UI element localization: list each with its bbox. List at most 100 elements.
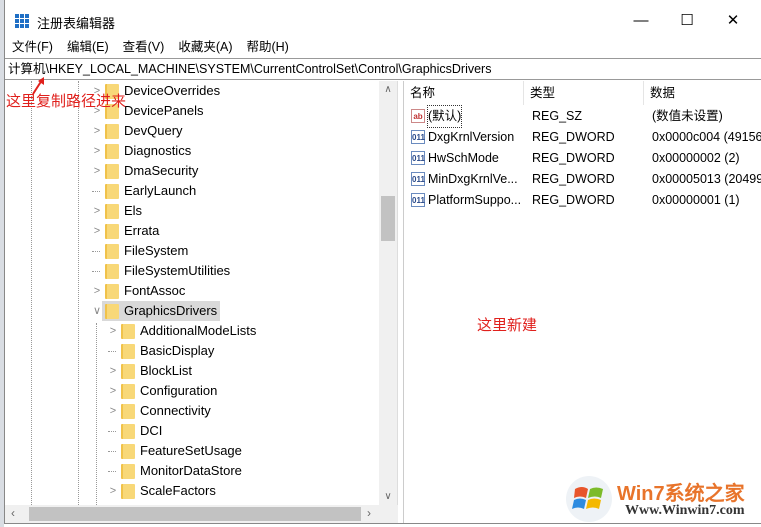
tree-connector bbox=[92, 271, 100, 272]
dword-value-icon: 011 bbox=[411, 151, 425, 165]
folder-icon bbox=[105, 244, 119, 259]
tree-item[interactable]: FileSystem bbox=[5, 241, 375, 261]
chevron-right-icon[interactable]: > bbox=[92, 221, 102, 241]
tree-item[interactable]: EarlyLaunch bbox=[5, 181, 375, 201]
watermark-url: Www.Winwin7.com bbox=[625, 503, 745, 518]
value-row[interactable]: 011 PlatformSuppo... REG_DWORD 0x0000000… bbox=[404, 190, 761, 211]
chevron-down-icon[interactable]: ∨ bbox=[92, 301, 102, 321]
chevron-right-icon[interactable]: > bbox=[92, 121, 102, 141]
folder-icon bbox=[121, 444, 135, 459]
minimize-button[interactable]: — bbox=[618, 10, 664, 32]
tree-item-label: Errata bbox=[124, 223, 160, 238]
tree-item[interactable]: DCI bbox=[5, 421, 375, 441]
tree-item[interactable]: BasicDisplay bbox=[5, 341, 375, 361]
scroll-down-icon[interactable]: ∨ bbox=[379, 491, 397, 502]
menu-file[interactable]: 文件(F) bbox=[5, 38, 60, 58]
tree-item-label: ScaleFactors bbox=[140, 483, 216, 498]
tree-item-label: DmaSecurity bbox=[124, 163, 199, 178]
folder-icon bbox=[105, 124, 119, 139]
tree-item-label: GraphicsDrivers bbox=[124, 303, 218, 318]
folder-icon bbox=[105, 164, 119, 179]
tree-connector bbox=[92, 191, 100, 192]
tree-vertical-scrollbar[interactable]: ∧ ∨ bbox=[379, 81, 397, 505]
scroll-up-icon[interactable]: ∧ bbox=[379, 84, 397, 95]
dword-value-icon: 011 bbox=[411, 172, 425, 186]
tree-item[interactable]: > ScaleFactors bbox=[5, 481, 375, 501]
chevron-right-icon[interactable]: > bbox=[108, 481, 118, 501]
tree-connector bbox=[108, 451, 116, 452]
tree-item[interactable]: > DevQuery bbox=[5, 121, 375, 141]
tree-item[interactable]: > FontAssoc bbox=[5, 281, 375, 301]
tree-horizontal-scrollbar[interactable]: ‹ › bbox=[5, 505, 398, 523]
key-tree: > DeviceOverrides > DevicePanels > DevQuery > D… bbox=[5, 81, 398, 505]
dword-value-icon: 011 bbox=[411, 130, 425, 144]
title-bar: 注册表编辑器 — ☐ ✕ bbox=[5, 0, 761, 40]
chevron-right-icon[interactable]: > bbox=[108, 381, 118, 401]
value-row[interactable]: 011 DxgKrnlVersion REG_DWORD 0x0000c004 … bbox=[404, 127, 761, 148]
chevron-right-icon[interactable]: > bbox=[108, 361, 118, 381]
tree-item[interactable]: ∨ GraphicsDrivers bbox=[5, 301, 375, 321]
tree-item[interactable]: > DmaSecurity bbox=[5, 161, 375, 181]
menu-view[interactable]: 查看(V) bbox=[116, 38, 172, 58]
close-button[interactable]: ✕ bbox=[710, 10, 756, 32]
tree-item-label: AdditionalModeLists bbox=[140, 323, 257, 338]
tree-connector bbox=[108, 431, 116, 432]
tree-item-label: BlockList bbox=[140, 363, 193, 378]
tree-item[interactable]: > Connectivity bbox=[5, 401, 375, 421]
menu-favorites[interactable]: 收藏夹(A) bbox=[171, 38, 239, 58]
scroll-left-icon[interactable]: ‹ bbox=[11, 506, 15, 520]
value-row[interactable]: 011 MinDxgKrnlVe... REG_DWORD 0x00005013… bbox=[404, 169, 761, 190]
maximize-button[interactable]: ☐ bbox=[664, 10, 710, 32]
column-header-type[interactable]: 类型 bbox=[524, 81, 644, 105]
tree-item[interactable]: > BlockList bbox=[5, 361, 375, 381]
value-type: REG_DWORD bbox=[532, 172, 615, 186]
folder-icon bbox=[121, 464, 135, 479]
folder-icon bbox=[105, 264, 119, 279]
tree-item-label: FeatureSetUsage bbox=[140, 443, 242, 458]
chevron-right-icon[interactable]: > bbox=[92, 281, 102, 301]
value-data: 0x00000002 (2) bbox=[652, 151, 740, 165]
value-row[interactable]: 011 HwSchMode REG_DWORD 0x00000002 (2) bbox=[404, 148, 761, 169]
chevron-right-icon[interactable]: > bbox=[92, 201, 102, 221]
tree-item[interactable]: > Els bbox=[5, 201, 375, 221]
tree-item[interactable]: > Diagnostics bbox=[5, 141, 375, 161]
column-header-data[interactable]: 数据 bbox=[644, 81, 761, 105]
tree-item[interactable]: > Errata bbox=[5, 221, 375, 241]
scroll-right-icon[interactable]: › bbox=[367, 506, 371, 520]
tree-item-label: Els bbox=[124, 203, 143, 218]
chevron-right-icon[interactable]: > bbox=[92, 141, 102, 161]
tree-item[interactable]: MonitorDataStore bbox=[5, 461, 375, 481]
chevron-right-icon[interactable]: > bbox=[108, 401, 118, 421]
value-type: REG_DWORD bbox=[532, 151, 615, 165]
address-bar[interactable]: 计算机\HKEY_LOCAL_MACHINE\SYSTEM\CurrentCon… bbox=[5, 58, 761, 80]
tree-connector bbox=[108, 471, 116, 472]
value-data: (数值未设置) bbox=[652, 109, 723, 123]
tree-item-label: EarlyLaunch bbox=[124, 183, 197, 198]
folder-icon bbox=[121, 324, 135, 339]
value-row[interactable]: ab (默认) REG_SZ (数值未设置) bbox=[404, 105, 761, 128]
folder-icon bbox=[105, 284, 119, 299]
chevron-right-icon[interactable]: > bbox=[108, 321, 118, 341]
menu-edit[interactable]: 编辑(E) bbox=[60, 38, 116, 58]
tree-connector bbox=[92, 251, 100, 252]
values-list: 名称 类型 数据 ab (默认) REG_SZ (数值未设置) 011 DxgKr… bbox=[403, 81, 761, 523]
tree-item-label: FileSystem bbox=[124, 243, 189, 258]
folder-icon bbox=[121, 404, 135, 419]
tree-item[interactable]: > AdditionalModeLists bbox=[5, 321, 375, 341]
folder-icon bbox=[121, 484, 135, 499]
tree-item-label: DCI bbox=[140, 423, 163, 438]
folder-icon bbox=[105, 224, 119, 239]
tree-item[interactable]: > Configuration bbox=[5, 381, 375, 401]
scroll-thumb[interactable] bbox=[381, 196, 395, 241]
registry-editor-window: 注册表编辑器 — ☐ ✕ 文件(F) 编辑(E) 查看(V) 收藏夹(A) 帮助… bbox=[4, 0, 761, 524]
horizontal-scroll-thumb[interactable] bbox=[29, 507, 361, 521]
tree-item-label: DevQuery bbox=[124, 123, 183, 138]
tree-item[interactable]: FeatureSetUsage bbox=[5, 441, 375, 461]
chevron-right-icon[interactable]: > bbox=[92, 161, 102, 181]
column-header-name[interactable]: 名称 bbox=[404, 81, 524, 105]
menu-help[interactable]: 帮助(H) bbox=[239, 38, 295, 58]
tree-item[interactable]: FileSystemUtilities bbox=[5, 261, 375, 281]
tree-item-label: BasicDisplay bbox=[140, 343, 215, 358]
string-value-icon: ab bbox=[411, 109, 425, 123]
window-title: 注册表编辑器 bbox=[37, 16, 116, 31]
